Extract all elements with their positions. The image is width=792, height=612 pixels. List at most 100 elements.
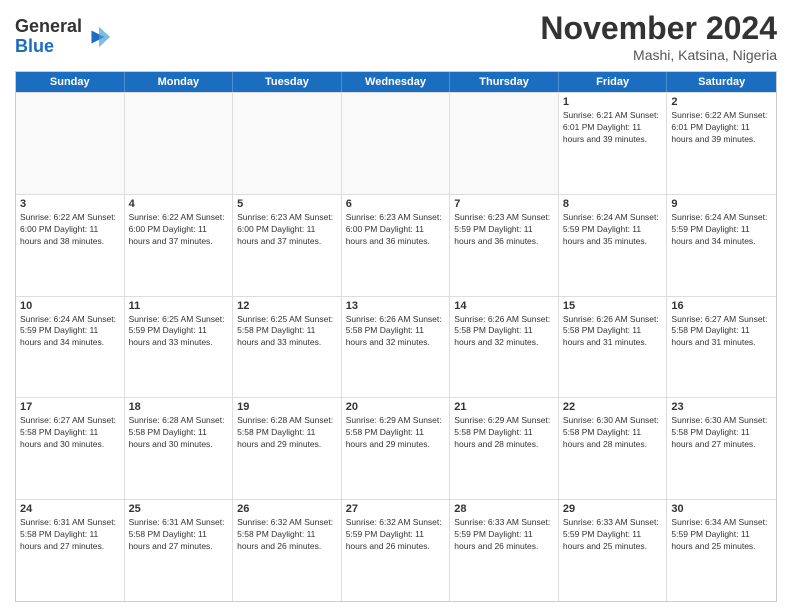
day-number: 16 [671, 300, 772, 312]
calendar-row-1: 3Sunrise: 6:22 AM Sunset: 6:00 PM Daylig… [16, 194, 776, 296]
day-number: 24 [20, 503, 120, 515]
logo-blue: Blue [15, 36, 54, 56]
day-info: Sunrise: 6:24 AM Sunset: 5:59 PM Dayligh… [671, 212, 772, 248]
day-info: Sunrise: 6:31 AM Sunset: 5:58 PM Dayligh… [20, 517, 120, 553]
day-cell-18: 18 Sunrise: 6:28 AM Sunset: 5:58 PM Dayli… [125, 398, 234, 499]
day-cell-3: 3Sunrise: 6:22 AM Sunset: 6:00 PM Daylig… [16, 195, 125, 296]
day-number: 13 [346, 300, 446, 312]
day-info: Sunrise: 6:34 AM Sunset: 5:59 PM Dayligh… [671, 517, 772, 553]
day-cell-12: 12 Sunrise: 6:25 AM Sunset: 5:58 PM Dayli… [233, 297, 342, 398]
day-info: Sunrise: 6:27 AM Sunset: 5:58 PM Dayligh… [671, 314, 772, 350]
empty-cell [233, 93, 342, 194]
day-cell-5: 5 Sunrise: 6:23 AM Sunset: 6:00 PM Daylig… [233, 195, 342, 296]
day-cell-11: 11 Sunrise: 6:25 AM Sunset: 5:59 PM Dayli… [125, 297, 234, 398]
day-number: 6 [346, 198, 446, 210]
day-number: 29 [563, 503, 663, 515]
calendar-header: SundayMondayTuesdayWednesdayThursdayFrid… [16, 72, 776, 92]
day-number: 9 [671, 198, 772, 210]
day-cell-29: 29 Sunrise: 6:33 AM Sunset: 5:59 PM Dayli… [559, 500, 668, 601]
day-number: 12 [237, 300, 337, 312]
day-cell-6: 6 Sunrise: 6:23 AM Sunset: 6:00 PM Daylig… [342, 195, 451, 296]
day-number: 28 [454, 503, 554, 515]
empty-cell [342, 93, 451, 194]
empty-cell [16, 93, 125, 194]
calendar-row-2: 10Sunrise: 6:24 AM Sunset: 5:59 PM Dayli… [16, 296, 776, 398]
day-info: Sunrise: 6:25 AM Sunset: 5:58 PM Dayligh… [237, 314, 337, 350]
header-day-sunday: Sunday [16, 72, 125, 92]
day-cell-22: 22 Sunrise: 6:30 AM Sunset: 5:58 PM Dayli… [559, 398, 668, 499]
day-cell-16: 16 Sunrise: 6:27 AM Sunset: 5:58 PM Dayli… [667, 297, 776, 398]
logo: General Blue [15, 17, 112, 57]
day-info: Sunrise: 6:30 AM Sunset: 5:58 PM Dayligh… [563, 415, 663, 451]
header-day-tuesday: Tuesday [233, 72, 342, 92]
day-info: Sunrise: 6:29 AM Sunset: 5:58 PM Dayligh… [454, 415, 554, 451]
day-info: Sunrise: 6:22 AM Sunset: 6:01 PM Dayligh… [671, 110, 772, 146]
calendar-row-4: 24 Sunrise: 6:31 AM Sunset: 5:58 PM Dayli… [16, 499, 776, 601]
day-info: Sunrise: 6:25 AM Sunset: 5:59 PM Dayligh… [129, 314, 229, 350]
day-info: Sunrise: 6:33 AM Sunset: 5:59 PM Dayligh… [563, 517, 663, 553]
day-number: 8 [563, 198, 663, 210]
calendar-row-3: 17 Sunrise: 6:27 AM Sunset: 5:58 PM Dayli… [16, 397, 776, 499]
day-number: 5 [237, 198, 337, 210]
logo-text: General Blue [15, 17, 82, 57]
calendar-row-0: 1 Sunrise: 6:21 AM Sunset: 6:01 PM Daylig… [16, 92, 776, 194]
day-cell-14: 14 Sunrise: 6:26 AM Sunset: 5:58 PM Dayli… [450, 297, 559, 398]
day-cell-28: 28 Sunrise: 6:33 AM Sunset: 5:59 PM Dayli… [450, 500, 559, 601]
day-info: Sunrise: 6:28 AM Sunset: 5:58 PM Dayligh… [129, 415, 229, 451]
day-cell-10: 10Sunrise: 6:24 AM Sunset: 5:59 PM Dayli… [16, 297, 125, 398]
empty-cell [125, 93, 234, 194]
header: General Blue November 2024 Mashi, Katsin… [15, 10, 777, 63]
day-cell-30: 30 Sunrise: 6:34 AM Sunset: 5:59 PM Dayli… [667, 500, 776, 601]
day-number: 17 [20, 401, 120, 413]
day-number: 25 [129, 503, 229, 515]
day-number: 20 [346, 401, 446, 413]
logo-general: General [15, 16, 82, 36]
day-info: Sunrise: 6:30 AM Sunset: 5:58 PM Dayligh… [671, 415, 772, 451]
day-info: Sunrise: 6:21 AM Sunset: 6:01 PM Dayligh… [563, 110, 663, 146]
day-info: Sunrise: 6:31 AM Sunset: 5:58 PM Dayligh… [129, 517, 229, 553]
day-info: Sunrise: 6:27 AM Sunset: 5:58 PM Dayligh… [20, 415, 120, 451]
day-info: Sunrise: 6:33 AM Sunset: 5:59 PM Dayligh… [454, 517, 554, 553]
day-info: Sunrise: 6:28 AM Sunset: 5:58 PM Dayligh… [237, 415, 337, 451]
day-info: Sunrise: 6:23 AM Sunset: 6:00 PM Dayligh… [237, 212, 337, 248]
day-number: 18 [129, 401, 229, 413]
day-cell-15: 15Sunrise: 6:26 AM Sunset: 5:58 PM Dayli… [559, 297, 668, 398]
day-cell-1: 1 Sunrise: 6:21 AM Sunset: 6:01 PM Daylig… [559, 93, 668, 194]
title-block: November 2024 Mashi, Katsina, Nigeria [540, 10, 777, 63]
day-number: 14 [454, 300, 554, 312]
day-cell-27: 27 Sunrise: 6:32 AM Sunset: 5:59 PM Dayli… [342, 500, 451, 601]
day-number: 21 [454, 401, 554, 413]
day-number: 15 [563, 300, 663, 312]
day-cell-24: 24 Sunrise: 6:31 AM Sunset: 5:58 PM Dayli… [16, 500, 125, 601]
day-info: Sunrise: 6:32 AM Sunset: 5:59 PM Dayligh… [346, 517, 446, 553]
day-cell-4: 4 Sunrise: 6:22 AM Sunset: 6:00 PM Daylig… [125, 195, 234, 296]
day-cell-23: 23Sunrise: 6:30 AM Sunset: 5:58 PM Dayli… [667, 398, 776, 499]
day-number: 11 [129, 300, 229, 312]
header-day-monday: Monday [125, 72, 234, 92]
day-info: Sunrise: 6:24 AM Sunset: 5:59 PM Dayligh… [563, 212, 663, 248]
day-info: Sunrise: 6:22 AM Sunset: 6:00 PM Dayligh… [129, 212, 229, 248]
month-title: November 2024 [540, 10, 777, 47]
day-info: Sunrise: 6:24 AM Sunset: 5:59 PM Dayligh… [20, 314, 120, 350]
header-day-friday: Friday [559, 72, 668, 92]
day-info: Sunrise: 6:29 AM Sunset: 5:58 PM Dayligh… [346, 415, 446, 451]
day-number: 26 [237, 503, 337, 515]
day-info: Sunrise: 6:23 AM Sunset: 5:59 PM Dayligh… [454, 212, 554, 248]
location: Mashi, Katsina, Nigeria [540, 47, 777, 63]
header-day-wednesday: Wednesday [342, 72, 451, 92]
day-number: 30 [671, 503, 772, 515]
calendar-body: 1 Sunrise: 6:21 AM Sunset: 6:01 PM Daylig… [16, 92, 776, 601]
day-number: 1 [563, 96, 663, 108]
day-info: Sunrise: 6:23 AM Sunset: 6:00 PM Dayligh… [346, 212, 446, 248]
day-number: 22 [563, 401, 663, 413]
day-info: Sunrise: 6:32 AM Sunset: 5:58 PM Dayligh… [237, 517, 337, 553]
day-info: Sunrise: 6:26 AM Sunset: 5:58 PM Dayligh… [454, 314, 554, 350]
day-cell-21: 21 Sunrise: 6:29 AM Sunset: 5:58 PM Dayli… [450, 398, 559, 499]
day-cell-7: 7Sunrise: 6:23 AM Sunset: 5:59 PM Daylig… [450, 195, 559, 296]
day-number: 4 [129, 198, 229, 210]
empty-cell [450, 93, 559, 194]
header-day-saturday: Saturday [667, 72, 776, 92]
day-number: 27 [346, 503, 446, 515]
day-info: Sunrise: 6:26 AM Sunset: 5:58 PM Dayligh… [346, 314, 446, 350]
day-cell-17: 17 Sunrise: 6:27 AM Sunset: 5:58 PM Dayli… [16, 398, 125, 499]
